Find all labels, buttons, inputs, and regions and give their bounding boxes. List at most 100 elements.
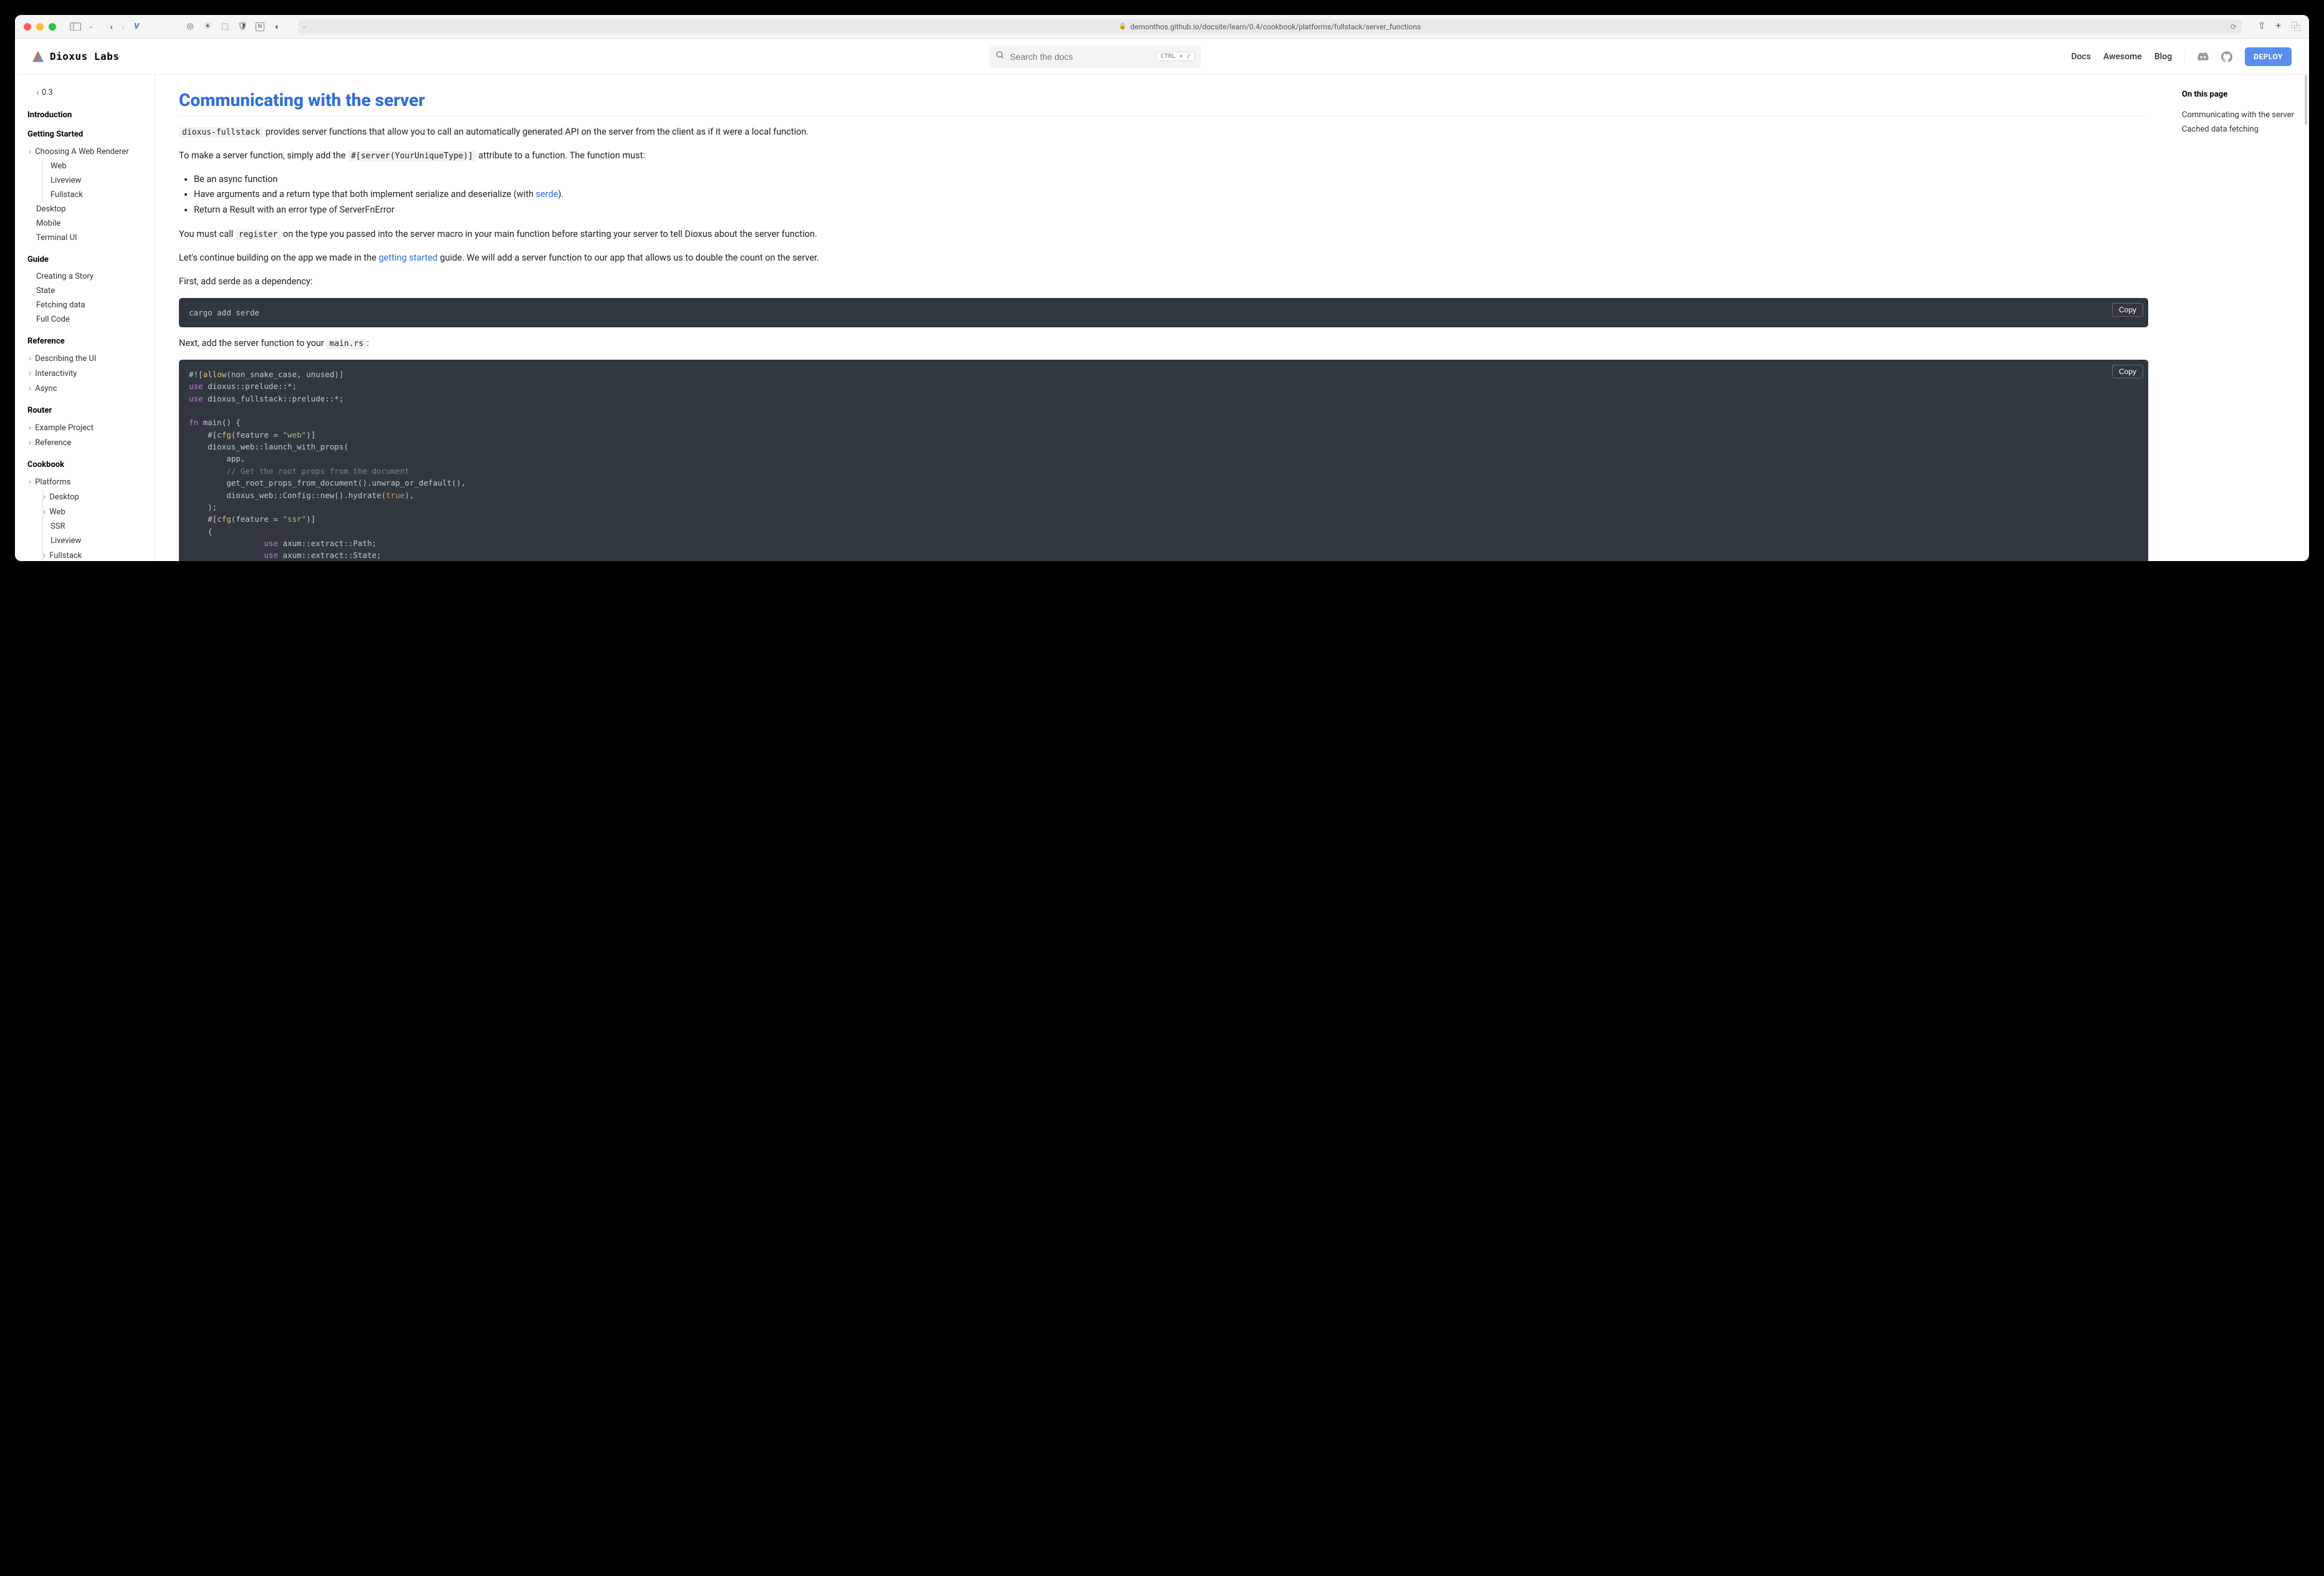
- sb-creating-story[interactable]: Creating a Story: [27, 269, 147, 284]
- code-dioxus-fullstack: dioxus-fullstack: [179, 127, 263, 138]
- sidebar[interactable]: 0.3 Introduction Getting Started Choosin…: [15, 75, 155, 561]
- paragraph-1: dioxus-fullstack provides server functio…: [179, 125, 2148, 140]
- extension-icons: ◎ ☀ ⬚ 🛡 N ◐: [186, 22, 282, 31]
- sidebar-toggle-icon[interactable]: [70, 22, 81, 31]
- paragraph-2: To make a server function, simply add th…: [179, 148, 2148, 163]
- search-shortcut-kbd: CTRL + /: [1156, 52, 1195, 61]
- back-button[interactable]: ‹: [110, 21, 113, 32]
- nav-blog[interactable]: Blog: [2154, 52, 2172, 62]
- nav-docs[interactable]: Docs: [2071, 52, 2091, 62]
- table-of-contents: On this page Communicating with the serv…: [2172, 75, 2309, 561]
- sb-platforms-web[interactable]: Web: [43, 504, 147, 519]
- page-title: Communicating with the server: [179, 90, 2148, 116]
- ext-icon-2[interactable]: ☀: [203, 22, 212, 31]
- toc-item-2[interactable]: Cached data fetching: [2182, 122, 2299, 137]
- sb-async[interactable]: Async: [27, 381, 147, 396]
- sb-choosing-web-renderer[interactable]: Choosing A Web Renderer: [27, 144, 147, 159]
- sb-platforms-ssr[interactable]: SSR: [43, 519, 147, 534]
- list-item-2: Have arguments and a return type that bo…: [194, 187, 2148, 203]
- nav-arrows: ‹ ›: [110, 21, 125, 32]
- nav-divider: [2184, 50, 2185, 63]
- new-tab-icon[interactable]: +: [2275, 20, 2281, 33]
- serde-link[interactable]: serde: [535, 189, 558, 199]
- refresh-icon[interactable]: ⟳: [2230, 22, 2237, 31]
- title-actions: ⇧ + ⿻: [2258, 20, 2300, 33]
- content-area: 0.3 Introduction Getting Started Choosin…: [15, 75, 2309, 561]
- search-input[interactable]: [1010, 52, 1151, 62]
- sidebar-back-link[interactable]: 0.3: [27, 87, 147, 98]
- forward-button: ›: [122, 21, 125, 32]
- code1-text: cargo add serde: [189, 308, 259, 317]
- app-icon-v[interactable]: V: [132, 22, 141, 31]
- ext-icon-3[interactable]: ⬚: [221, 22, 229, 31]
- github-icon[interactable]: [2221, 51, 2232, 62]
- sb-section-guide[interactable]: Guide: [27, 255, 147, 264]
- brand[interactable]: Dioxus Labs: [32, 50, 119, 62]
- sb-describing-ui[interactable]: Describing the UI: [27, 351, 147, 366]
- getting-started-link[interactable]: getting started: [378, 252, 438, 263]
- toc-item-1[interactable]: Communicating with the server: [2182, 108, 2299, 122]
- sb-interactivity[interactable]: Interactivity: [27, 366, 147, 381]
- sb-terminal-ui[interactable]: Terminal UI: [27, 231, 147, 245]
- copy-button-1[interactable]: Copy: [2112, 303, 2143, 317]
- maximize-window-button[interactable]: [49, 23, 56, 31]
- top-nav: Dioxus Labs CTRL + / Docs Awesome Blog D…: [15, 39, 2309, 75]
- sb-section-introduction[interactable]: Introduction: [27, 110, 147, 120]
- sb-platforms-fullstack[interactable]: Fullstack: [43, 548, 147, 561]
- sb-web[interactable]: Web: [43, 159, 147, 173]
- sb-liveview[interactable]: Liveview: [43, 173, 147, 188]
- sb-platforms[interactable]: Platforms: [27, 474, 147, 489]
- nav-links: Docs Awesome Blog DEPLOY: [2071, 47, 2292, 66]
- code-block-1: Copy cargo add serde: [179, 298, 2148, 327]
- address-bar[interactable]: ▫ 🔒 demonthos.github.io/docsite/learn/0.…: [298, 19, 2242, 34]
- nav-awesome[interactable]: Awesome: [2103, 52, 2142, 62]
- ext-icon-5[interactable]: N: [256, 22, 264, 31]
- ext-icon-1[interactable]: ◎: [186, 22, 194, 31]
- paragraph-4: Let's continue building on the app we ma…: [179, 251, 2148, 266]
- sb-reference-item[interactable]: Reference: [27, 435, 147, 450]
- ext-icon-6[interactable]: ◐: [273, 22, 282, 31]
- sb-mobile[interactable]: Mobile: [27, 216, 147, 231]
- share-icon[interactable]: ⇧: [2258, 20, 2266, 33]
- url-text: demonthos.github.io/docsite/learn/0.4/co…: [1130, 22, 1421, 31]
- toc-title: On this page: [2182, 90, 2299, 99]
- brand-name: Dioxus Labs: [50, 50, 119, 62]
- tabs-icon[interactable]: ⿻: [2291, 20, 2300, 33]
- brand-logo: [32, 51, 44, 62]
- page-icon: ▫: [303, 22, 305, 31]
- sb-platforms-liveview[interactable]: Liveview: [43, 534, 147, 548]
- main-scrollbar[interactable]: [2305, 75, 2307, 561]
- titlebar: ⌄ ‹ › V ◎ ☀ ⬚ 🛡 N ◐ ▫ 🔒 demonthos.github…: [15, 15, 2309, 39]
- discord-icon[interactable]: [2197, 51, 2209, 62]
- sb-section-reference[interactable]: Reference: [27, 337, 147, 346]
- copy-button-2[interactable]: Copy: [2112, 365, 2143, 378]
- ext-icon-4[interactable]: 🛡: [238, 22, 247, 31]
- paragraph-3: You must call register on the type you p…: [179, 227, 2148, 242]
- browser-window: ⌄ ‹ › V ◎ ☀ ⬚ 🛡 N ◐ ▫ 🔒 demonthos.github…: [15, 15, 2309, 561]
- paragraph-6: Next, add the server function to your ma…: [179, 336, 2148, 351]
- sb-platforms-desktop[interactable]: Desktop: [43, 489, 147, 504]
- code-register: register: [236, 229, 281, 240]
- sb-section-router[interactable]: Router: [27, 406, 147, 415]
- lock-icon: 🔒: [1119, 23, 1126, 30]
- sb-fullstack[interactable]: Fullstack: [43, 188, 147, 202]
- dropdown-chevron-icon[interactable]: ⌄: [89, 23, 94, 30]
- sb-section-cookbook[interactable]: Cookbook: [27, 460, 147, 469]
- sb-desktop[interactable]: Desktop: [27, 202, 147, 216]
- main-content: Communicating with the server dioxus-ful…: [155, 75, 2172, 561]
- minimize-window-button[interactable]: [36, 23, 44, 31]
- sb-fetching-data[interactable]: Fetching data: [27, 298, 147, 312]
- search-icon: [996, 50, 1005, 62]
- search-box[interactable]: CTRL + /: [989, 46, 1201, 68]
- code-mainrs: main.rs: [326, 339, 367, 349]
- sb-state[interactable]: State: [27, 284, 147, 298]
- deploy-button[interactable]: DEPLOY: [2245, 47, 2292, 66]
- close-window-button[interactable]: [24, 23, 31, 31]
- code-block-2: Copy #![allow(non_snake_case, unused)] u…: [179, 360, 2148, 561]
- sb-example-project[interactable]: Example Project: [27, 420, 147, 435]
- requirements-list: Be an async function Have arguments and …: [194, 172, 2148, 218]
- code-server-attr: #[server(YourUniqueType)]: [348, 151, 476, 161]
- list-item-1: Be an async function: [194, 172, 2148, 188]
- sb-section-getting-started[interactable]: Getting Started: [27, 130, 147, 139]
- sb-full-code[interactable]: Full Code: [27, 312, 147, 327]
